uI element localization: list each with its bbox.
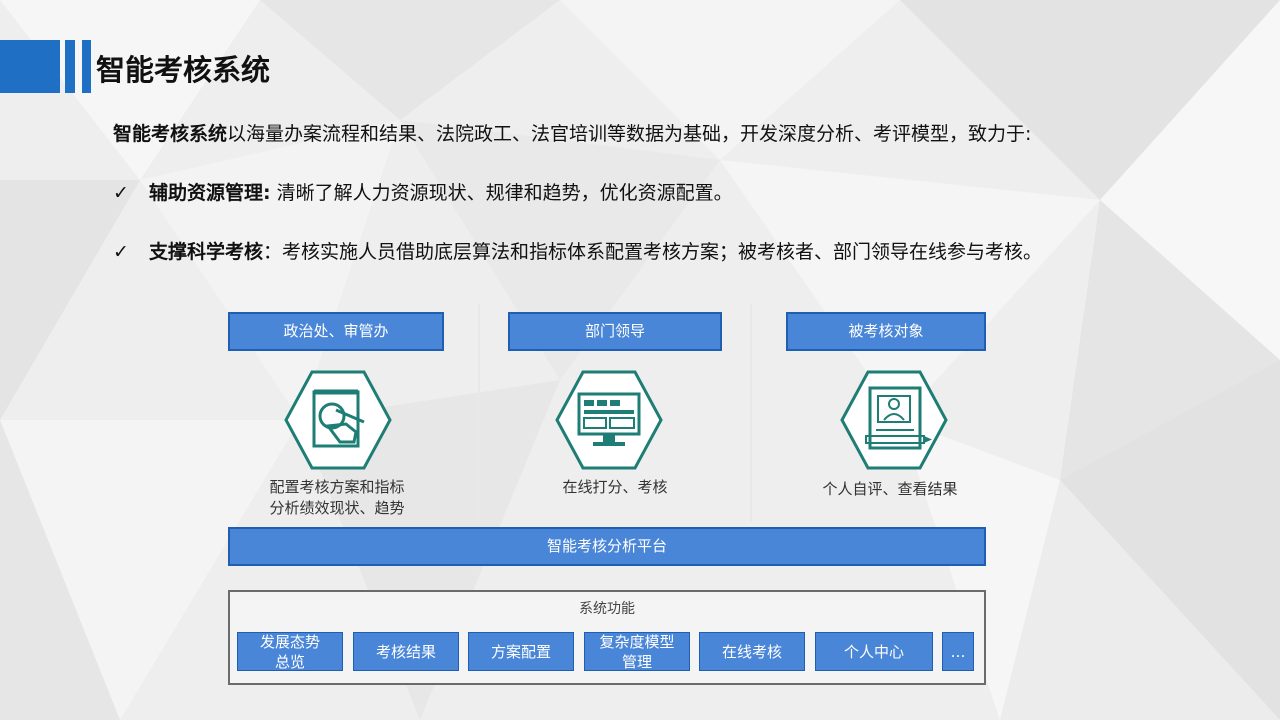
check-icon: ✓ — [113, 241, 129, 263]
caption-line: 配置考核方案和指标 — [269, 478, 405, 496]
caption-line: 个人自评、查看结果 — [822, 480, 958, 498]
function-plan-config-button[interactable]: 方案配置 — [468, 632, 574, 671]
function-more-button[interactable]: … — [942, 632, 974, 671]
role-caption: 配置考核方案和指标 分析绩效现状、趋势 — [240, 477, 434, 519]
bullet-bold: 辅助资源管理: — [149, 182, 271, 204]
bullet-bold: 支撑科学考核 — [149, 241, 264, 263]
monitor-dashboard-icon — [555, 370, 663, 470]
intro-bold: 智能考核系统 — [113, 123, 228, 145]
function-overview-button[interactable]: 发展态势 总览 — [237, 632, 343, 671]
column-divider — [478, 304, 480, 522]
function-complexity-model-button[interactable]: 复杂度模型 管理 — [584, 632, 690, 671]
page-title: 智能考核系统 — [96, 53, 271, 87]
function-online-assessment-button[interactable]: 在线考核 — [699, 632, 805, 671]
function-label: 考核结果 — [375, 642, 436, 661]
intro-text: 智能考核系统以海量办案流程和结果、法院政工、法官培训等数据为基础，开发深度分析、… — [113, 119, 1031, 149]
bullet-text: ：考核实施人员借助底层算法和指标体系配置考核方案；被考核者、部门领导在线参与考核… — [263, 241, 1043, 263]
function-label: 总览 — [274, 652, 305, 671]
role-header-department-leader: 部门领导 — [508, 312, 722, 351]
bullet-item: ✓ 支撑科学考核：考核实施人员借助底层算法和指标体系配置考核方案；被考核者、部门领… — [113, 237, 1042, 267]
role-caption: 在线打分、考核 — [514, 477, 716, 498]
title-accent-block — [0, 40, 60, 93]
analysis-platform-bar: 智能考核分析平台 — [228, 527, 986, 566]
function-label: 发展态势 — [259, 632, 320, 651]
role-header-political-office: 政治处、审管办 — [228, 312, 444, 351]
function-label: 在线考核 — [721, 642, 782, 661]
role-caption: 个人自评、查看结果 — [790, 479, 990, 500]
hand-writing-plan-icon — [284, 370, 392, 470]
function-label: 个人中心 — [843, 642, 904, 661]
caption-line: 在线打分、考核 — [562, 478, 668, 496]
system-functions-title: 系统功能 — [579, 601, 635, 617]
function-label: … — [950, 642, 966, 661]
bullet-item: ✓ 辅助资源管理: 清晰了解人力资源现状、规律和趋势，优化资源配置。 — [113, 178, 733, 208]
function-results-button[interactable]: 考核结果 — [353, 632, 459, 671]
intro-body: 以海量办案流程和结果、法院政工、法官培训等数据为基础，开发深度分析、考评模型，致… — [227, 123, 1032, 145]
column-divider — [750, 304, 752, 522]
function-label: 管理 — [621, 652, 652, 671]
check-icon: ✓ — [113, 182, 129, 204]
function-personal-center-button[interactable]: 个人中心 — [815, 632, 933, 671]
caption-line: 分析绩效现状、趋势 — [269, 499, 405, 517]
title-accent-stripe — [65, 40, 75, 93]
function-label: 复杂度模型 — [599, 632, 675, 651]
function-label: 方案配置 — [490, 642, 551, 661]
bullet-text: 清晰了解人力资源现状、规律和趋势，优化资源配置。 — [270, 182, 733, 204]
role-header-assessee: 被考核对象 — [786, 312, 986, 351]
title-accent-stripe — [82, 40, 91, 93]
profile-document-icon — [840, 370, 948, 470]
